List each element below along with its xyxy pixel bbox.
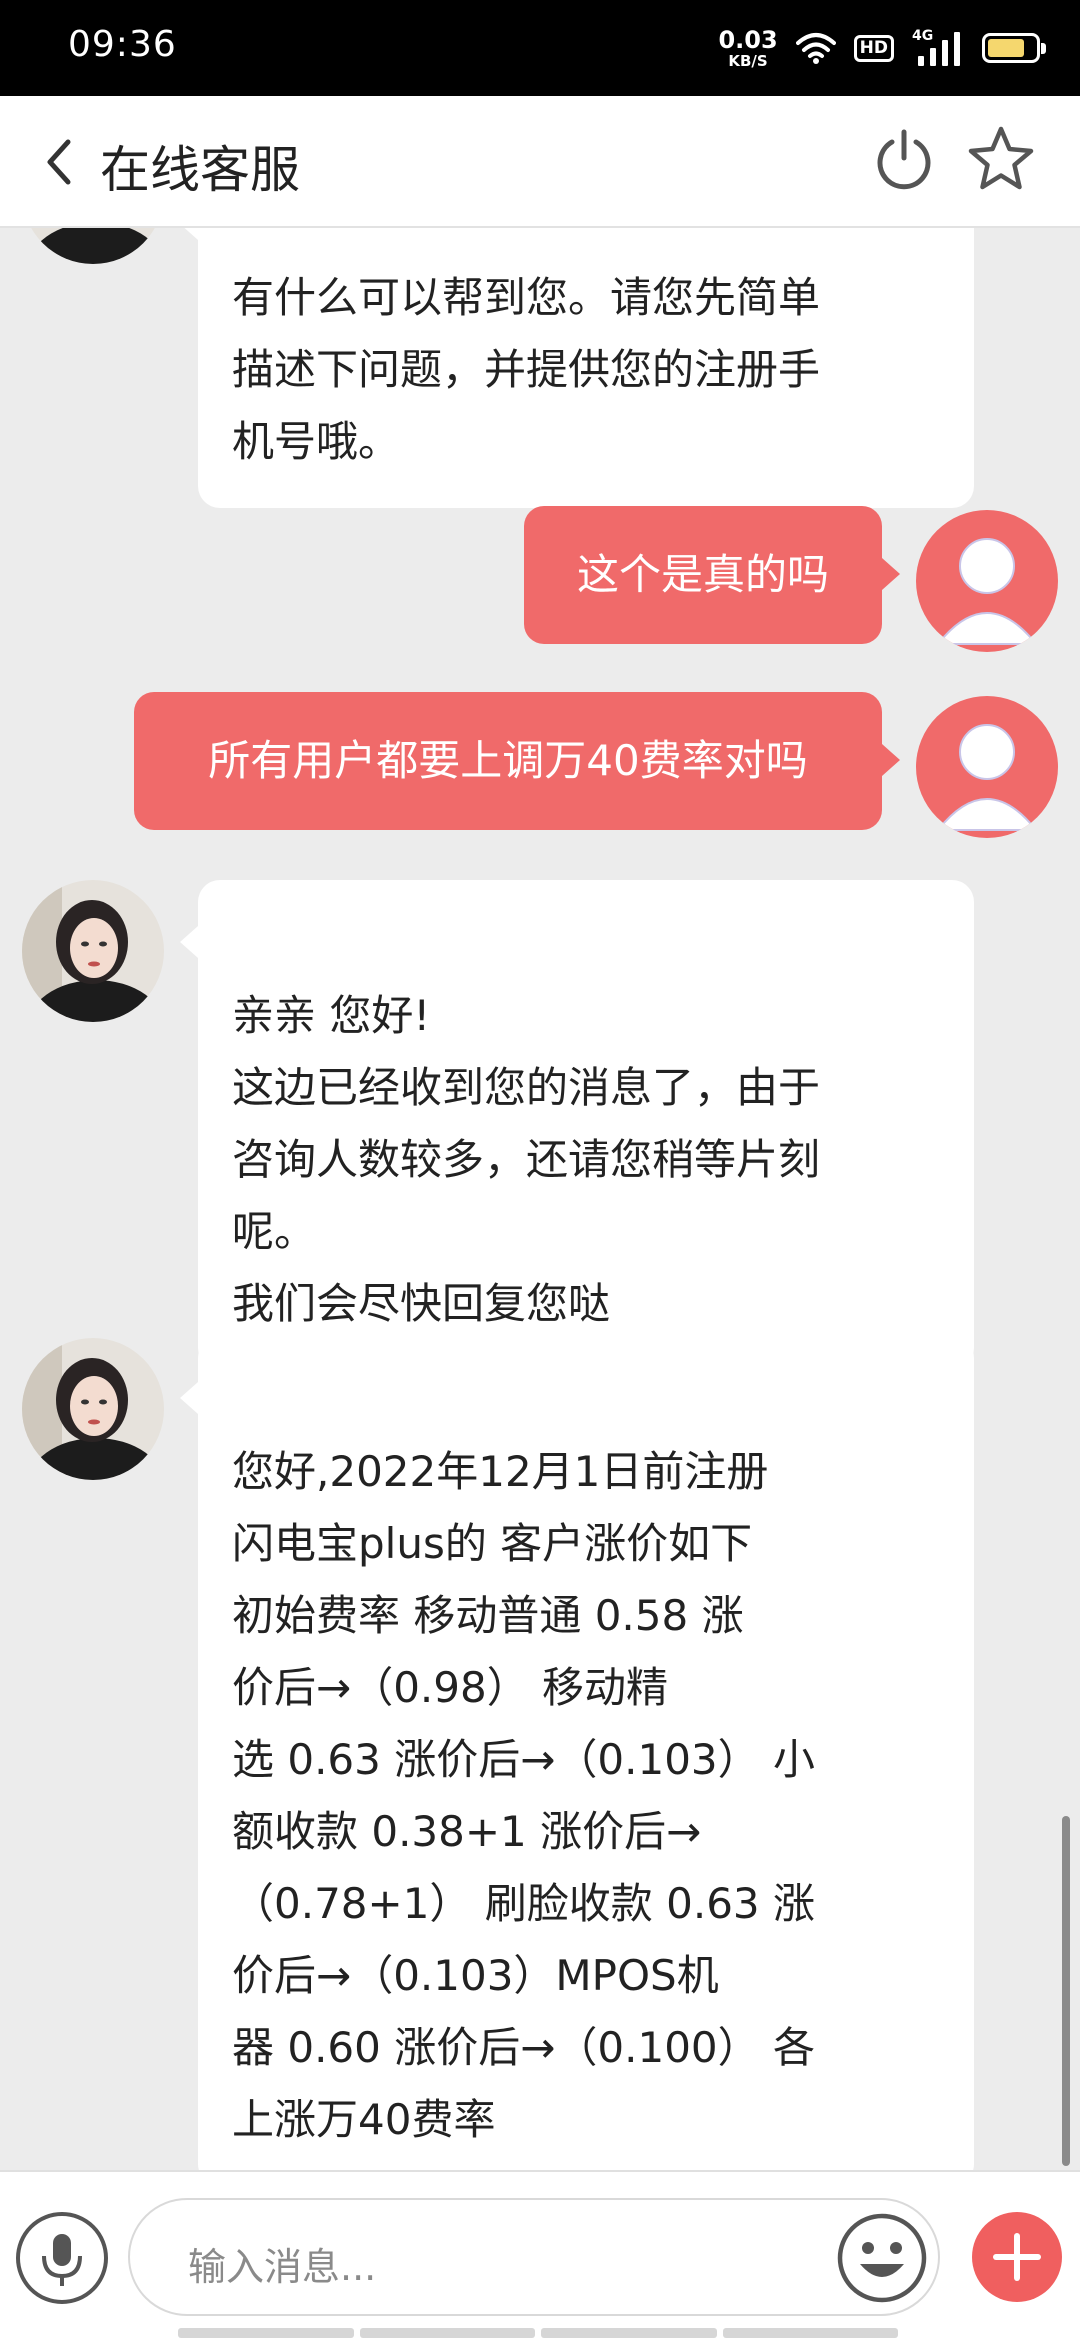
power-icon[interactable] <box>870 126 938 194</box>
status-bar: 09:36 0.03 KB/S HD 4G <box>0 0 1080 96</box>
message-text: 亲亲 您好! 这边已经收到您的消息了，由于 咨询人数较多，还请您稍等片刻 呢。 … <box>232 991 821 1328</box>
network-speed-unit: KB/S <box>728 51 768 70</box>
status-icons: 0.03 KB/S HD 4G <box>718 22 1046 74</box>
message-text: 这个是真的吗 <box>576 550 829 599</box>
wifi-icon <box>795 33 836 64</box>
star-outline-icon[interactable] <box>966 124 1036 194</box>
message-input-placeholder: 输入消息... <box>188 2245 377 2289</box>
hd-badge: HD <box>853 34 894 62</box>
plus-icon[interactable] <box>972 2212 1062 2302</box>
agent-message: 亲亲 您好! 这边已经收到您的消息了，由于 咨询人数较多，还请您稍等片刻 呢。 … <box>180 880 974 1370</box>
app-header: 在线客服 <box>0 96 1080 228</box>
agent-message: 您好,2022年12月1日前注册 闪电宝plus的 客户涨价如下 初始费率 移动… <box>180 1336 974 2170</box>
message-text: 有什么可以帮到您。请您先简单 描述下问题，并提供您的注册手 机号哦。 <box>232 273 821 466</box>
network-speed: 0.03 KB/S <box>718 28 777 69</box>
user-message: 这个是真的吗 <box>524 506 900 644</box>
user-avatar <box>916 510 1058 652</box>
page-title: 在线客服 <box>100 141 300 199</box>
battery-icon <box>982 33 1046 63</box>
emoji-icon[interactable] <box>836 2212 928 2304</box>
agent-avatar <box>22 228 164 264</box>
input-bar: 输入消息... <box>0 2170 1080 2340</box>
network-type-label: 4G <box>912 28 934 44</box>
agent-avatar <box>22 880 164 1022</box>
agent-avatar <box>22 1338 164 1480</box>
user-message: 所有用户都要上调万40费率对吗 <box>134 692 900 830</box>
message-text: 所有用户都要上调万40费率对吗 <box>208 736 808 785</box>
message-input[interactable]: 输入消息... <box>128 2198 940 2316</box>
user-avatar <box>916 696 1058 838</box>
microphone-icon[interactable] <box>16 2212 108 2304</box>
chat-list[interactable]: 有什么可以帮到您。请您先简单 描述下问题，并提供您的注册手 机号哦。 这个是真的… <box>0 228 1080 2170</box>
cellular-signal-icon: 4G <box>912 28 964 68</box>
agent-message: 有什么可以帮到您。请您先简单 描述下问题，并提供您的注册手 机号哦。 <box>180 228 974 508</box>
gesture-bar <box>178 2328 898 2338</box>
chevron-left-icon[interactable] <box>40 134 80 190</box>
clock: 09:36 <box>68 24 177 65</box>
message-text: 您好,2022年12月1日前注册 闪电宝plus的 客户涨价如下 初始费率 移动… <box>232 1447 815 2144</box>
network-speed-value: 0.03 <box>718 25 778 54</box>
chat-scrollbar[interactable] <box>1062 1816 1070 2166</box>
